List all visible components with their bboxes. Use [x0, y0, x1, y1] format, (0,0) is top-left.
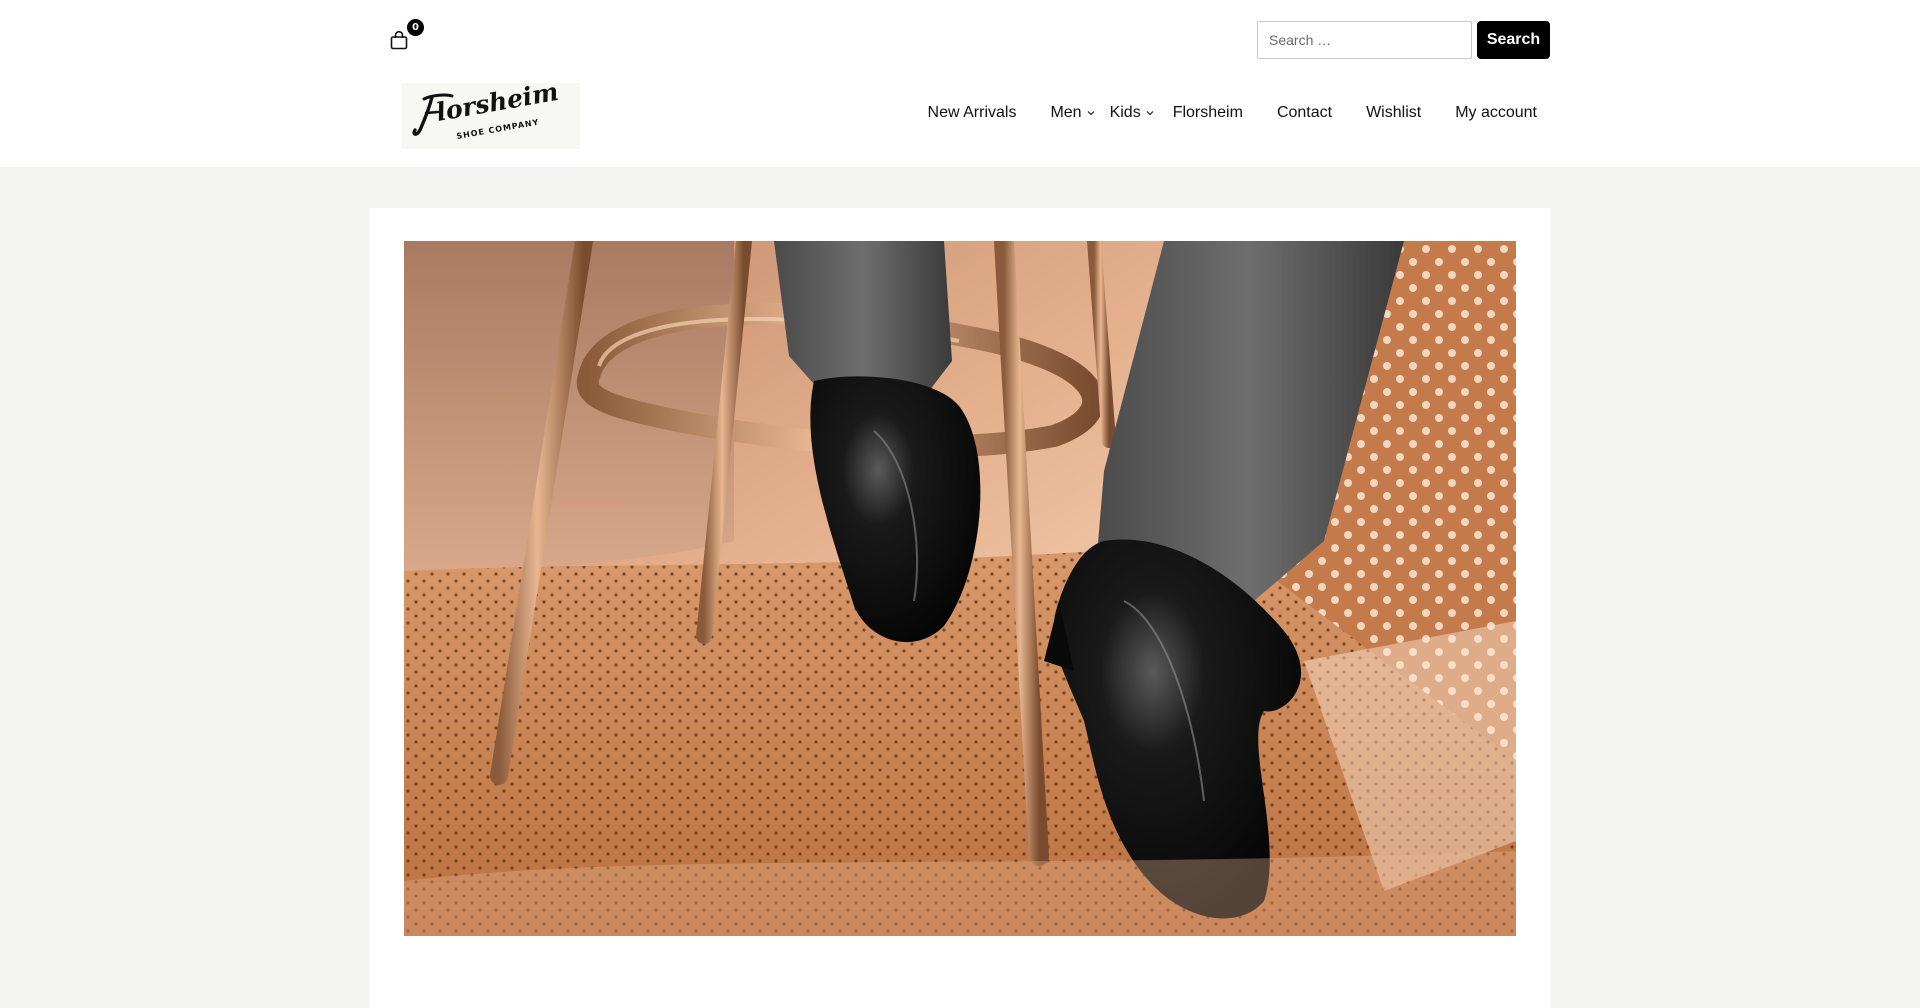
chevron-down-icon	[1087, 111, 1094, 116]
nav-item-new-arrivals[interactable]: New Arrivals	[911, 104, 1034, 122]
site-logo[interactable]: lorsheim SHOE COMPANY	[402, 83, 580, 149]
cart-button[interactable]: 0	[390, 19, 424, 52]
nav-item-men[interactable]: Men	[1033, 104, 1095, 122]
nav-item-contact[interactable]: Contact	[1260, 104, 1349, 122]
nav-item-kids[interactable]: Kids	[1096, 104, 1155, 122]
shopping-bag-icon	[390, 30, 408, 50]
nav-item-label: Wishlist	[1366, 104, 1422, 121]
nav-item-label: Kids	[1109, 104, 1141, 121]
nav-item-label: New Arrivals	[927, 104, 1017, 121]
chevron-down-icon	[1146, 111, 1154, 116]
main-nav: New Arrivals Men Kids Florsheim Contact …	[911, 104, 1552, 122]
florsheim-logo-image: lorsheim SHOE COMPANY	[402, 83, 580, 149]
nav-item-florsheim[interactable]: Florsheim	[1173, 104, 1260, 122]
content-card	[370, 208, 1550, 1008]
search-form: Search	[1257, 21, 1550, 59]
cart-count-badge: 0	[407, 19, 424, 36]
nav-item-my-account[interactable]: My account	[1438, 104, 1552, 122]
site-header: 0 Search lorsheim SHOE COMPANY New Arriv…	[0, 0, 1920, 167]
hero-photo-shoes-on-stool	[404, 241, 1516, 936]
nav-item-wishlist[interactable]: Wishlist	[1349, 104, 1438, 122]
hero-image[interactable]	[404, 241, 1516, 936]
nav-item-label: Florsheim	[1172, 104, 1243, 121]
nav-item-label: Contact	[1276, 104, 1333, 121]
search-button[interactable]: Search	[1477, 21, 1550, 59]
nav-item-label: My account	[1455, 104, 1537, 121]
search-input[interactable]	[1257, 21, 1472, 59]
nav-item-label: Men	[1050, 104, 1082, 121]
